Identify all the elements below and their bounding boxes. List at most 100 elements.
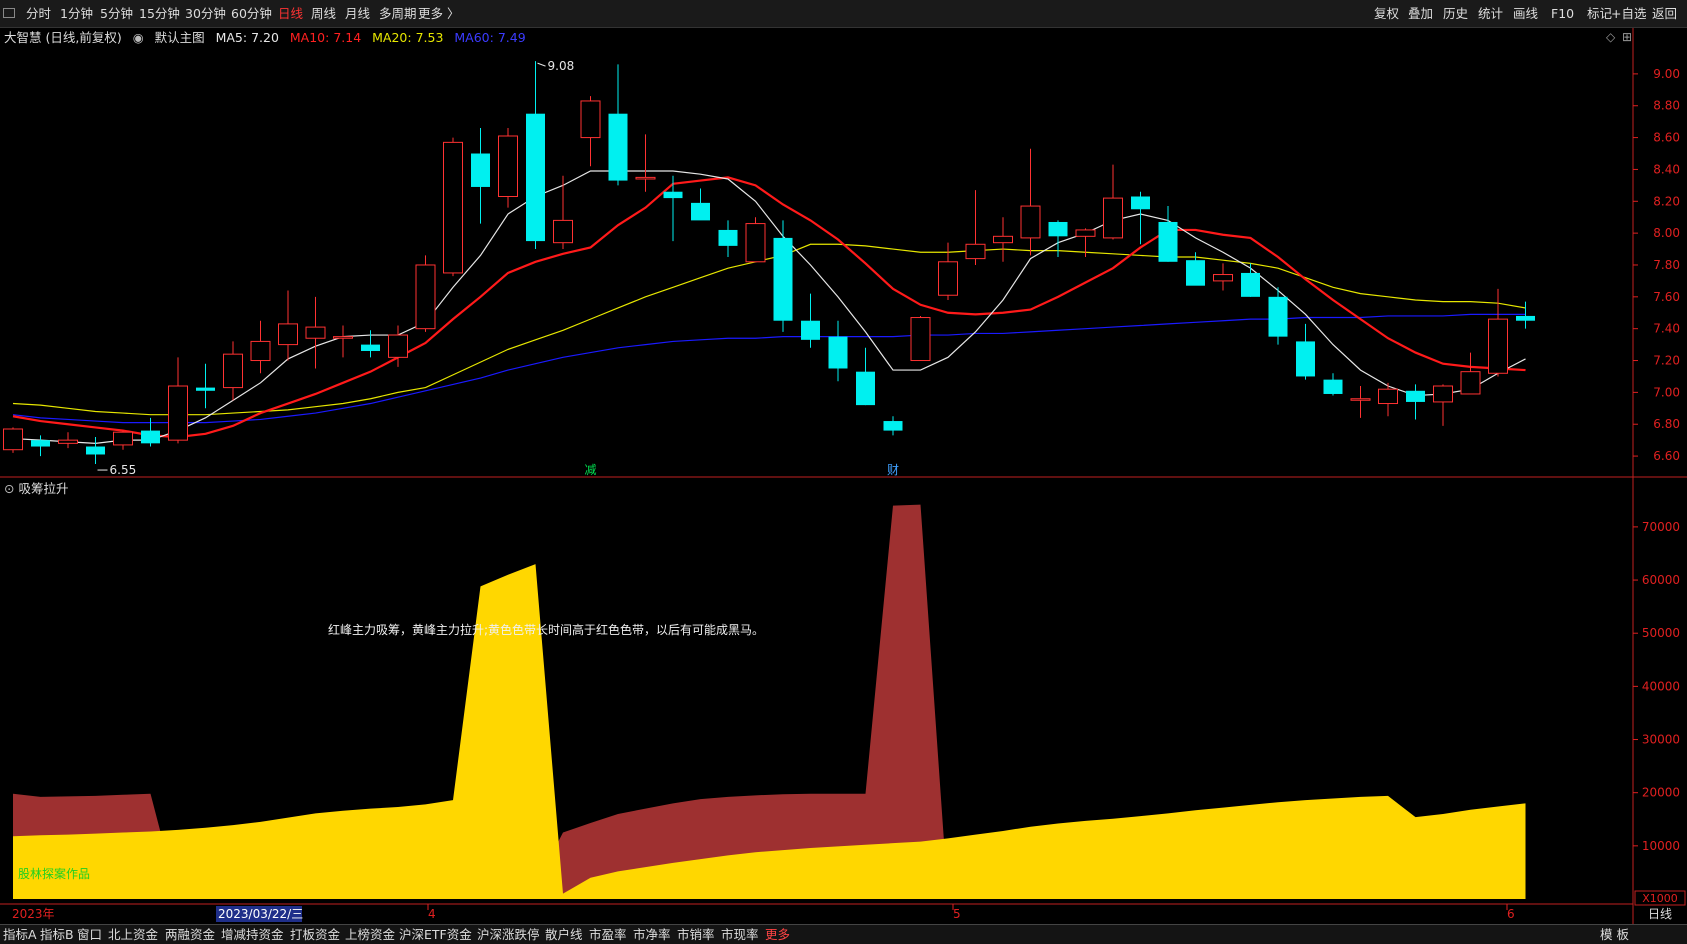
bottom-tab-8[interactable]: 沪深ETF资金 bbox=[399, 925, 472, 944]
candle-body-down bbox=[718, 229, 738, 246]
candle-body-down bbox=[663, 191, 683, 199]
price-tick-label: 6.60 bbox=[1653, 449, 1680, 463]
indicator-tick-label: 60000 bbox=[1642, 573, 1680, 587]
bottom-tab-13[interactable]: 市销率 bbox=[677, 925, 715, 944]
candle-body-down bbox=[608, 113, 628, 181]
candle-body-up bbox=[113, 431, 133, 446]
price-tick-label: 7.40 bbox=[1653, 322, 1680, 336]
price-tick-label: 7.80 bbox=[1653, 258, 1680, 272]
x-label-may: 5 bbox=[953, 907, 961, 921]
candle-body-up bbox=[498, 135, 518, 198]
indicator-note: 红峰主力吸筹，黄峰主力拉升;黄色色带长时间高于红色色带，以后有可能成黑马。 bbox=[328, 622, 764, 637]
candle-body-down bbox=[1131, 196, 1150, 210]
indicator-tick-label: 70000 bbox=[1642, 520, 1680, 534]
bottom-tab-4[interactable]: 两融资金 bbox=[165, 925, 215, 944]
bottom-tab-6[interactable]: 打板资金 bbox=[290, 925, 340, 944]
candle-body-up bbox=[223, 353, 243, 389]
candle-body-up bbox=[1488, 318, 1508, 374]
candle-body-down bbox=[1158, 221, 1178, 262]
candle-body-down bbox=[1516, 315, 1535, 321]
bottom-tab-14[interactable]: 市现率 bbox=[721, 925, 759, 944]
price-tick-label: 7.00 bbox=[1653, 385, 1680, 399]
x-label-jun: 6 bbox=[1507, 907, 1515, 921]
candle-body-up bbox=[3, 428, 23, 451]
price-tick-label: 6.80 bbox=[1653, 417, 1680, 431]
price-tick-label: 7.20 bbox=[1653, 354, 1680, 368]
candle-body-down bbox=[801, 320, 820, 340]
bottom-tab-0[interactable]: 指标A bbox=[3, 925, 37, 944]
candle-body-up bbox=[910, 317, 931, 362]
candle-body-down bbox=[471, 153, 490, 187]
candle-body-down bbox=[1241, 272, 1260, 297]
kline-chart[interactable]: 6.60 6.80 7.00 7.20 7.40 7.60 7.80 8.00 8.20 8.40… bbox=[0, 0, 1687, 944]
high-price-label: 9.08 bbox=[548, 59, 575, 73]
bottom-tab-3[interactable]: 北上资金 bbox=[108, 925, 158, 944]
event-marker-jian: 减 bbox=[585, 463, 597, 477]
x-label-cursor-date: 2023/03/22/三 bbox=[218, 907, 303, 921]
candle-body-up bbox=[1378, 388, 1398, 405]
event-marker-cai: 财 bbox=[887, 463, 899, 477]
bottom-tab-1[interactable]: 指标B bbox=[40, 925, 74, 944]
candle-body-up bbox=[1075, 229, 1096, 237]
price-tick-label: 8.40 bbox=[1653, 162, 1680, 176]
indicator-tick-label: 20000 bbox=[1642, 786, 1680, 800]
candle-body-down bbox=[86, 446, 105, 455]
template-button[interactable]: 模 板 bbox=[1600, 925, 1629, 944]
bottom-tab-11[interactable]: 市盈率 bbox=[589, 925, 627, 944]
bottom-more-button[interactable]: 更多 bbox=[765, 925, 790, 944]
candle-body-up bbox=[1460, 371, 1481, 395]
x-period-label: 日线 bbox=[1648, 907, 1672, 921]
price-tick-label: 7.60 bbox=[1653, 290, 1680, 304]
bottom-tab-10[interactable]: 散户线 bbox=[545, 925, 583, 944]
candle-body-up bbox=[1433, 385, 1453, 403]
candle-body-down bbox=[196, 387, 215, 391]
candle-body-up bbox=[443, 141, 463, 274]
bottom-tab-7[interactable]: 上榜资金 bbox=[345, 925, 395, 944]
indicator-tick-label: 50000 bbox=[1642, 626, 1680, 640]
candle-body-up bbox=[58, 439, 78, 444]
candle-body-down bbox=[773, 237, 793, 321]
low-price-label: 6.55 bbox=[110, 463, 137, 477]
candle-body-up bbox=[1103, 197, 1123, 239]
candle-body-up bbox=[580, 100, 601, 139]
candle-body-up bbox=[305, 326, 326, 339]
ma10-line bbox=[12, 176, 1526, 439]
candle-body-down bbox=[1323, 379, 1343, 394]
price-tick-label: 9.00 bbox=[1653, 67, 1680, 81]
candle-body-up bbox=[993, 235, 1013, 244]
candle-body-up bbox=[1350, 398, 1371, 401]
candle-body-up bbox=[250, 340, 271, 362]
candle-body-down bbox=[526, 113, 545, 242]
candle-body-up bbox=[278, 323, 298, 346]
price-tick-label: 8.20 bbox=[1653, 194, 1680, 208]
panel-expand-icon: ⊞ bbox=[1622, 30, 1632, 44]
panel-diamond-icon: ◇ bbox=[1606, 30, 1616, 44]
price-tick-label: 8.60 bbox=[1653, 131, 1680, 145]
candle-body-down bbox=[1048, 221, 1068, 237]
indicator-tick-label: 10000 bbox=[1642, 839, 1680, 853]
candle-body-up bbox=[965, 243, 986, 260]
indicator-tick-label: 30000 bbox=[1642, 733, 1680, 747]
indicator-signature: 股林探案作品 bbox=[18, 866, 90, 881]
candle-body-down bbox=[141, 430, 160, 444]
ma20-line bbox=[12, 243, 1526, 416]
price-tick-label: 8.80 bbox=[1653, 99, 1680, 113]
ma5-line bbox=[12, 170, 1526, 444]
candle-body-down bbox=[1406, 390, 1425, 402]
bottom-tab-12[interactable]: 市净率 bbox=[633, 925, 671, 944]
candle-body-up bbox=[415, 264, 436, 330]
candle-body-down bbox=[1186, 260, 1205, 286]
candle-body-up bbox=[635, 176, 656, 180]
candle-body-up bbox=[938, 261, 958, 296]
candle-body-up bbox=[745, 223, 766, 263]
candle-body-up bbox=[553, 219, 573, 244]
bottom-tab-5[interactable]: 增减持资金 bbox=[221, 925, 284, 944]
x-label-apr: 4 bbox=[428, 907, 436, 921]
candle-body-up bbox=[1213, 274, 1233, 282]
candle-body-down bbox=[1268, 296, 1288, 337]
bottom-tab-2[interactable]: 窗口 bbox=[77, 925, 102, 944]
candle-body-up bbox=[168, 385, 188, 441]
price-tick-label: 8.00 bbox=[1653, 226, 1680, 240]
candle-body-down bbox=[361, 344, 380, 351]
bottom-tab-9[interactable]: 沪深涨跌停 bbox=[477, 925, 540, 944]
